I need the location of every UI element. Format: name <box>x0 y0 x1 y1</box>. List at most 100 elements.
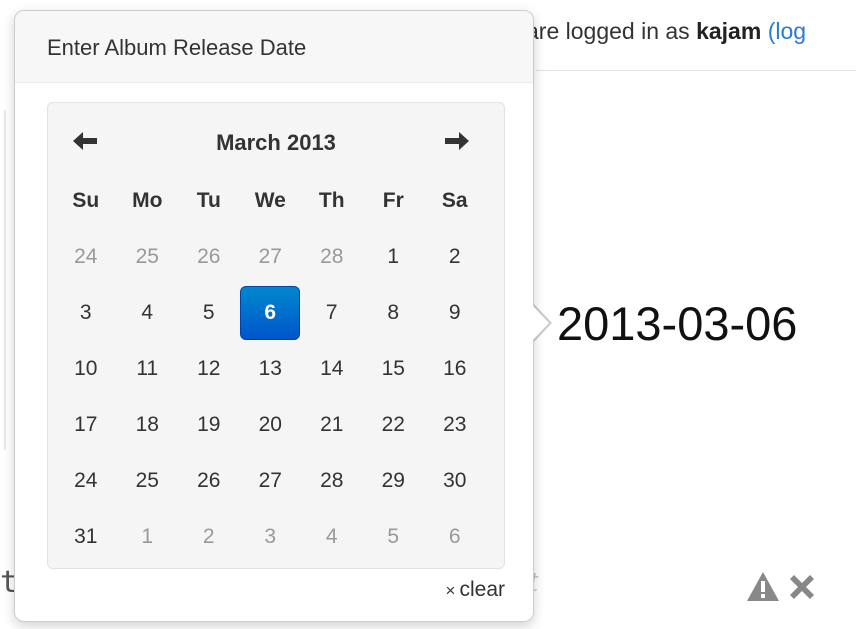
background-panel-edge <box>4 110 6 450</box>
calendar-day-number: 8 <box>387 301 400 324</box>
calendar-day[interactable]: 18 <box>117 397 179 453</box>
calendar-day-number: 18 <box>135 413 159 436</box>
calendar-day[interactable]: 20 <box>240 397 302 453</box>
calendar-day[interactable]: 28 <box>301 453 363 509</box>
calendar-day[interactable]: 5 <box>178 285 240 341</box>
calendar-day-selected[interactable]: 6 <box>240 285 302 341</box>
calendar-day[interactable]: 26 <box>178 453 240 509</box>
datepicker-header: March 2013 <box>48 122 504 162</box>
logout-link[interactable]: (log <box>768 18 806 44</box>
calendar-day[interactable]: 11 <box>117 341 179 397</box>
login-prefix: are logged in as <box>526 18 690 44</box>
calendar-day[interactable]: 24 <box>55 453 117 509</box>
calendar-grid: Su Mo Tu We Th Fr Sa 24 25 26 27 28 1 2 3 4 5 6 7 8 9 10 11 12 1… <box>55 173 486 565</box>
calendar-day-number: 11 <box>136 357 159 380</box>
calendar-day[interactable]: 6 <box>424 509 486 565</box>
calendar-day-number: 21 <box>320 413 344 436</box>
username: kajam <box>696 18 762 44</box>
calendar-day-number: 26 <box>197 245 221 268</box>
calendar-day-number: 25 <box>135 245 159 268</box>
clear-label: clear <box>459 578 505 601</box>
weekday-header: Sa <box>441 189 468 212</box>
calendar-day-number: 5 <box>387 525 400 548</box>
weekday-header: Su <box>72 189 100 212</box>
calendar-day[interactable]: 2 <box>424 229 486 285</box>
calendar-day[interactable]: 15 <box>363 341 425 397</box>
calendar-day-number: 23 <box>443 413 467 436</box>
calendar-day[interactable]: 4 <box>301 509 363 565</box>
clear-button[interactable]: × clear <box>446 578 505 602</box>
release-date-value[interactable]: 2013-03-06 <box>557 296 797 351</box>
calendar-day[interactable]: 13 <box>240 341 302 397</box>
calendar-day-number: 26 <box>197 469 221 492</box>
calendar-day-number: 3 <box>79 301 92 324</box>
calendar-day[interactable]: 28 <box>301 229 363 285</box>
calendar-day[interactable]: 24 <box>55 229 117 285</box>
calendar-day[interactable]: 2 <box>178 509 240 565</box>
calendar-day[interactable]: 3 <box>55 285 117 341</box>
warning-icon[interactable] <box>745 570 781 604</box>
calendar-day[interactable]: 1 <box>363 229 425 285</box>
calendar-day-number: 12 <box>197 357 221 380</box>
calendar-day-number: 31 <box>74 525 98 548</box>
calendar-day[interactable]: 25 <box>117 453 179 509</box>
month-title[interactable]: March 2013 <box>48 130 504 156</box>
calendar-day[interactable]: 25 <box>117 229 179 285</box>
popover-arrow-inner <box>532 305 549 341</box>
close-icon[interactable] <box>785 570 821 604</box>
calendar-day-number: 1 <box>387 245 400 268</box>
calendar-day[interactable]: 19 <box>178 397 240 453</box>
calendar-day[interactable]: 8 <box>363 285 425 341</box>
calendar-day[interactable]: 5 <box>363 509 425 565</box>
weekday-header: Th <box>318 189 345 212</box>
calendar-day-number: 29 <box>381 469 405 492</box>
weekday-header: We <box>254 189 286 212</box>
calendar-day-number: 28 <box>320 469 344 492</box>
calendar-day-number: 19 <box>197 413 221 436</box>
calendar-day[interactable]: 27 <box>240 453 302 509</box>
calendar-day[interactable]: 7 <box>301 285 363 341</box>
calendar-day[interactable]: 4 <box>117 285 179 341</box>
calendar-day-number: 16 <box>443 357 467 380</box>
calendar-day[interactable]: 3 <box>240 509 302 565</box>
calendar-day[interactable]: 17 <box>55 397 117 453</box>
calendar-day[interactable]: 29 <box>363 453 425 509</box>
calendar-day[interactable]: 31 <box>55 509 117 565</box>
calendar-day-number: 25 <box>135 469 159 492</box>
calendar-day[interactable]: 23 <box>424 397 486 453</box>
calendar-day[interactable]: 27 <box>240 229 302 285</box>
login-status: are logged in as kajam (log <box>526 18 806 45</box>
calendar-day-number: 17 <box>74 413 98 436</box>
calendar-day-number: 2 <box>202 525 215 548</box>
date-popover: Enter Album Release Date March 2013 Su Mo… <box>14 10 534 622</box>
calendar-day-number: 24 <box>74 245 98 268</box>
calendar-day-number: 10 <box>74 357 98 380</box>
calendar-day-number: 24 <box>74 469 98 492</box>
calendar-day[interactable]: 14 <box>301 341 363 397</box>
calendar-day-number: 27 <box>258 469 282 492</box>
calendar-day[interactable]: 21 <box>301 397 363 453</box>
calendar-day[interactable]: 22 <box>363 397 425 453</box>
header-divider <box>536 70 856 71</box>
calendar-day-number: 20 <box>258 413 282 436</box>
calendar-day[interactable]: 26 <box>178 229 240 285</box>
calendar-day-number: 3 <box>264 525 277 548</box>
calendar-day[interactable]: 12 <box>178 341 240 397</box>
calendar-day[interactable]: 16 <box>424 341 486 397</box>
weekday-header: Fr <box>382 189 404 212</box>
calendar-day-number: 13 <box>258 357 282 380</box>
calendar-day-number: 4 <box>141 301 154 324</box>
calendar-day[interactable]: 30 <box>424 453 486 509</box>
row-actions <box>745 570 821 604</box>
calendar-day-number: 1 <box>141 525 154 548</box>
calendar-day[interactable]: 10 <box>55 341 117 397</box>
calendar-day-number: 9 <box>448 301 461 324</box>
calendar-day-number: 14 <box>320 357 344 380</box>
calendar-day[interactable]: 9 <box>424 285 486 341</box>
calendar-day[interactable]: 1 <box>117 509 179 565</box>
calendar-day-number: 4 <box>325 525 338 548</box>
calendar-day-number: 6 <box>448 525 461 548</box>
datepicker: March 2013 Su Mo Tu We Th Fr Sa 24 25 26 27 28 1 2 3 4 5… <box>47 102 505 569</box>
calendar-day-number: 15 <box>381 357 405 380</box>
arrow-right-icon[interactable] <box>442 126 472 156</box>
